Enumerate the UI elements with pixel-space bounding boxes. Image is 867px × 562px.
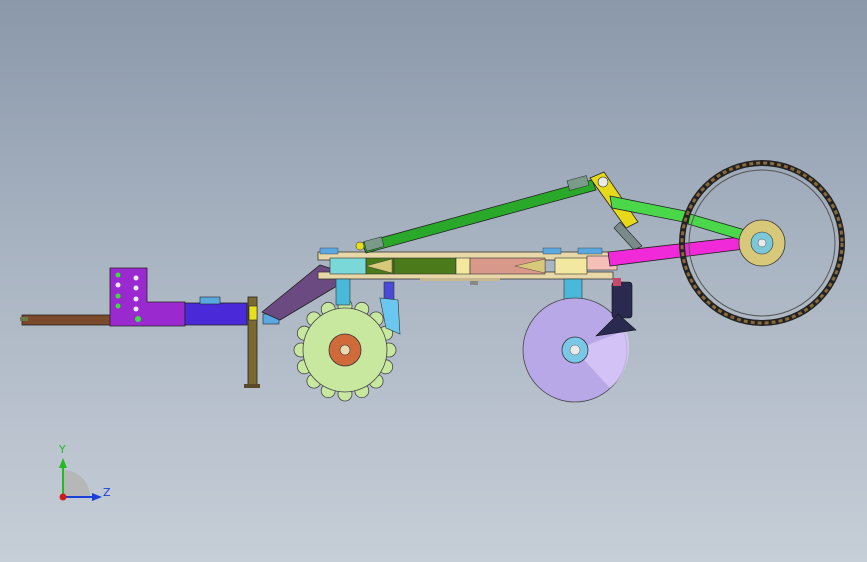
- x-axis-dot: [59, 493, 67, 501]
- z-axis-label: Z: [103, 486, 111, 499]
- hitch-bar[interactable]: [20, 314, 118, 326]
- top-link[interactable]: [355, 175, 597, 254]
- cad-viewport[interactable]: Y Z: [0, 0, 867, 562]
- press-wheel-arm[interactable]: [589, 171, 753, 267]
- planter-assembly-drawing: Y Z: [20, 160, 845, 501]
- y-axis-label: Y: [58, 443, 66, 456]
- notched-cutting-wheel[interactable]: [293, 298, 397, 402]
- hitch-plate[interactable]: [109, 267, 186, 327]
- coordinate-triad: Y Z: [58, 443, 111, 501]
